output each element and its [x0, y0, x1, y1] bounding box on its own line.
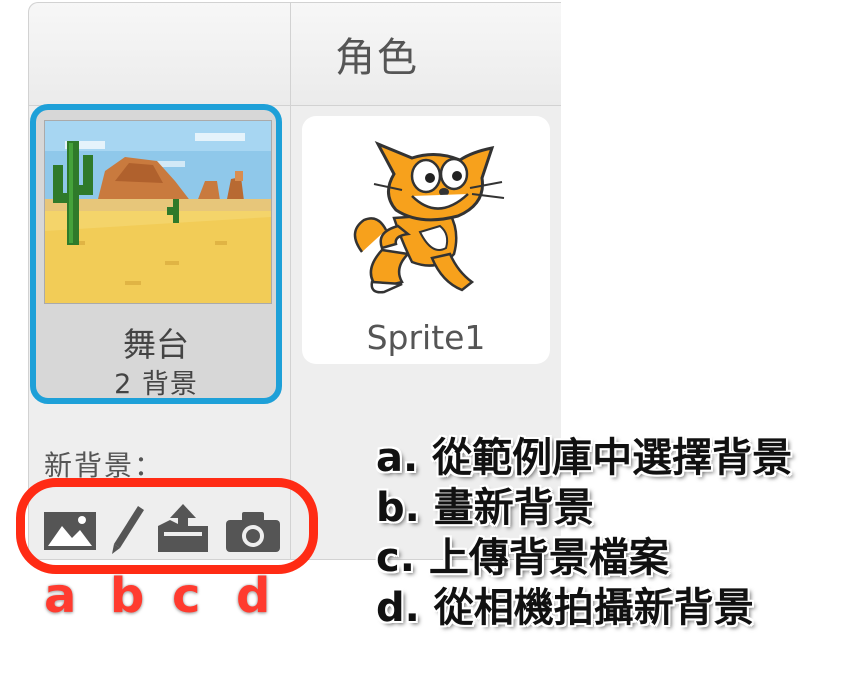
scratch-cat-image: [342, 122, 512, 302]
legend-item-a: a. 從範例庫中選擇背景: [376, 435, 793, 481]
legend-item-b: b. 畫新背景: [376, 485, 594, 531]
backdrop-count: 2 背景: [114, 369, 198, 400]
stage-name: 舞台: [123, 325, 189, 364]
legend-item-d: d. 從相機拍攝新背景: [376, 585, 754, 631]
legend-item-c: c. 上傳背景檔案: [376, 535, 669, 581]
tool-letter-b: b: [108, 568, 145, 624]
sprites-heading: 角色: [335, 35, 419, 81]
stage-column-header: [29, 3, 291, 106]
sprite-tile[interactable]: Sprite1: [302, 116, 550, 364]
sprite-name: Sprite1: [366, 318, 486, 357]
stage-tile[interactable]: 舞台 2 背景: [30, 104, 282, 404]
desert-backdrop-thumbnail: [44, 120, 272, 304]
sprites-column-header: 角色: [291, 3, 561, 106]
tool-letter-d: d: [234, 568, 271, 624]
tool-letter-a: a: [42, 568, 77, 624]
new-backdrop-tools-highlight: [16, 478, 318, 574]
tool-letter-c: c: [170, 568, 202, 624]
